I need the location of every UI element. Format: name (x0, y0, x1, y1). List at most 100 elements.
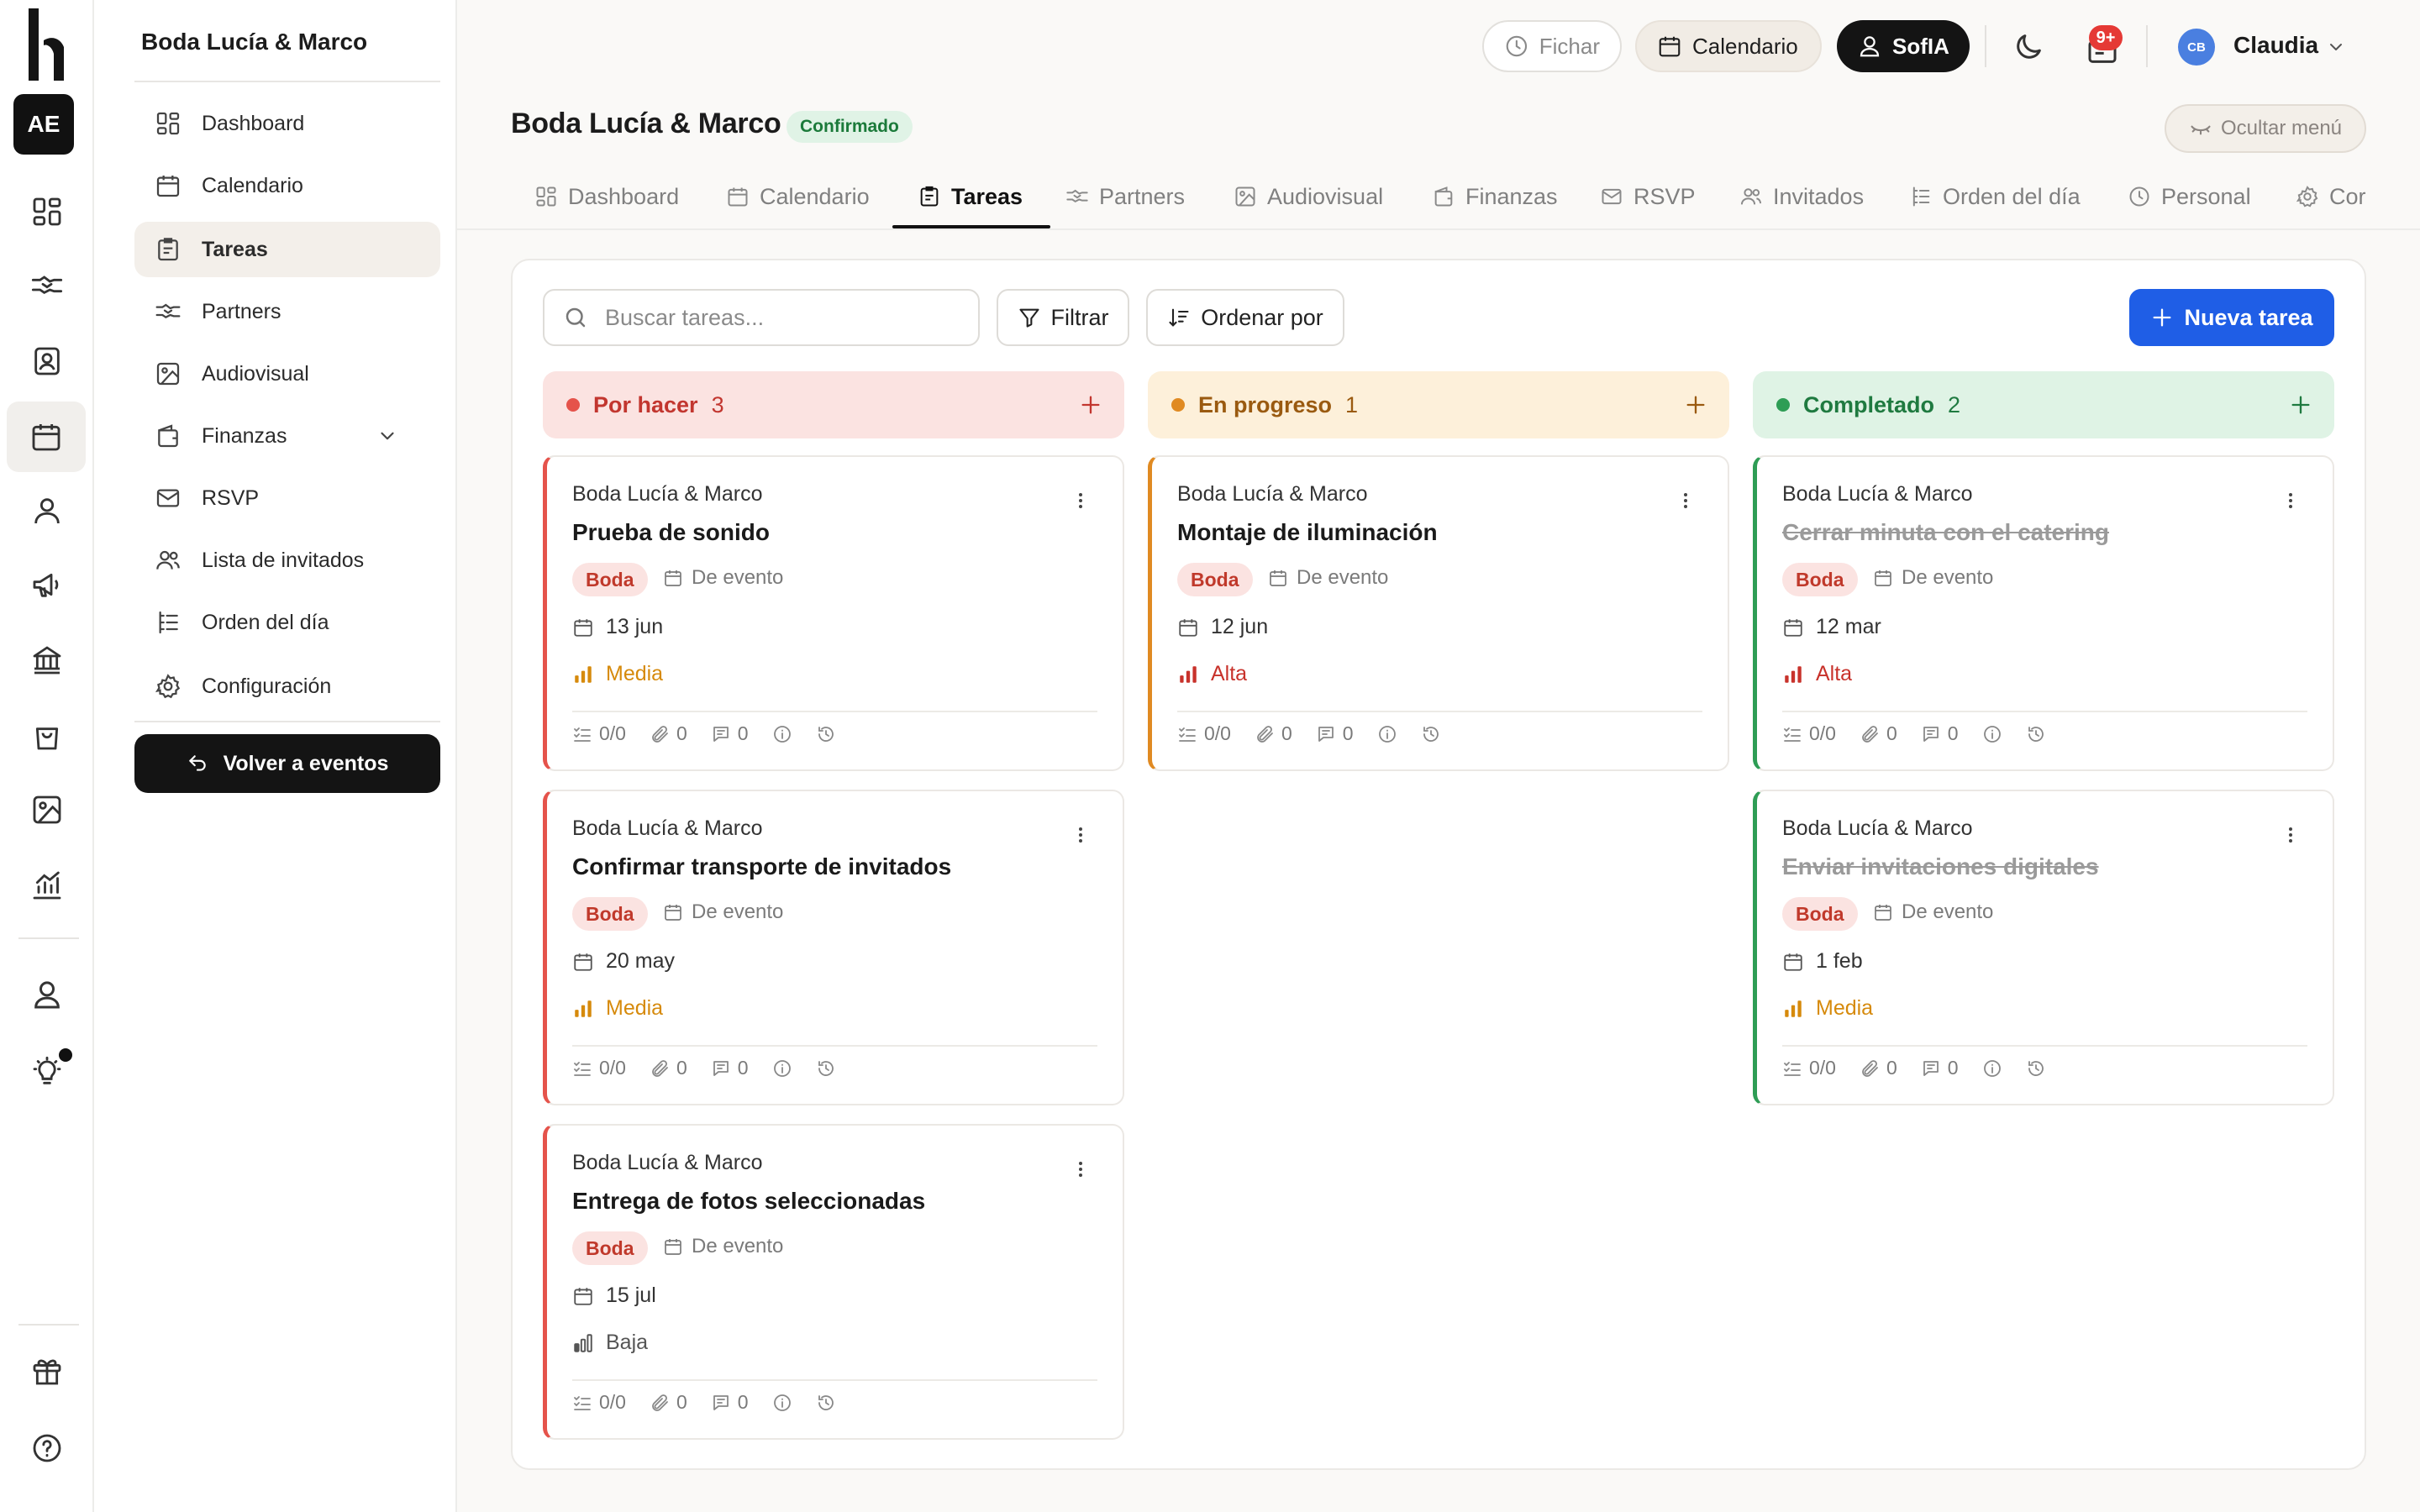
task-card[interactable]: Boda Lucía & Marco Prueba de sonido Boda… (543, 455, 1124, 771)
history-button[interactable] (2026, 724, 2046, 744)
sort-button[interactable]: Ordenar por (1146, 289, 1344, 346)
paperclip-icon (1255, 724, 1275, 744)
sidebar-item-orden-del-dia[interactable]: Orden del día (134, 595, 440, 650)
notification-badge: 9+ (2089, 25, 2123, 50)
attachments-count: 0 (1860, 1057, 1897, 1079)
tab-partners[interactable]: Partners (1065, 165, 1185, 228)
help-icon[interactable] (30, 1431, 64, 1465)
filter-button[interactable]: Filtrar (997, 289, 1129, 346)
sidebar-item-tareas[interactable]: Tareas (134, 222, 440, 277)
info-button[interactable] (1982, 724, 2002, 744)
more-options-icon[interactable] (2281, 825, 2301, 845)
sidebar-item-calendario[interactable]: Calendario (134, 158, 440, 213)
more-options-icon[interactable] (1071, 1159, 1091, 1179)
fichar-label: Fichar (1539, 33, 1600, 59)
comments-count: 0 (1921, 1057, 1959, 1079)
hide-menu-label: Ocultar menú (2220, 117, 2343, 139)
calendar-button[interactable]: Calendario (1635, 20, 1822, 72)
task-card[interactable]: Boda Lucía & Marco Entrega de fotos sele… (543, 1124, 1124, 1440)
fichar-button[interactable]: Fichar (1482, 20, 1622, 72)
filter-label: Filtrar (1050, 304, 1109, 330)
sidebar-item-rsvp[interactable]: RSVP (134, 470, 440, 526)
tab-label: RSVP (1634, 183, 1696, 209)
moon-icon[interactable] (2012, 30, 2045, 64)
task-tag: Boda (572, 563, 648, 596)
rail-events-item[interactable] (7, 402, 86, 472)
handshake-icon[interactable] (30, 269, 64, 302)
info-button[interactable] (1377, 724, 1397, 744)
bag-icon[interactable] (30, 719, 64, 753)
sidebar-item-configuracion[interactable]: Configuración (134, 659, 440, 714)
tab-tareas[interactable]: Tareas (918, 165, 1023, 228)
more-options-icon[interactable] (2281, 491, 2301, 511)
tab-configuracion[interactable]: Cor (2296, 165, 2366, 228)
calendar-icon (155, 172, 182, 199)
history-button[interactable] (2026, 1058, 2046, 1079)
priority-bars-icon (572, 998, 594, 1020)
bank-icon[interactable] (30, 643, 64, 677)
history-button[interactable] (816, 724, 836, 744)
dashboard-icon[interactable] (30, 195, 64, 228)
analytics-icon[interactable] (30, 869, 64, 902)
sidebar-item-partners[interactable]: Partners (134, 284, 440, 339)
column-title: En progreso (1198, 391, 1333, 417)
sidebar-item-label: RSVP (202, 486, 260, 510)
assistant-icon[interactable] (30, 978, 64, 1011)
back-to-events-button[interactable]: Volver a eventos (134, 734, 440, 793)
info-button[interactable] (772, 1393, 792, 1413)
bulb-icon[interactable] (30, 1055, 64, 1089)
sidebar-item-dashboard[interactable]: Dashboard (134, 96, 440, 151)
workspace-avatar[interactable]: AE (13, 94, 74, 155)
megaphone-icon[interactable] (30, 568, 64, 601)
chevron-down-icon[interactable] (376, 425, 398, 447)
task-card[interactable]: Boda Lucía & Marco Montaje de iluminació… (1148, 455, 1729, 771)
tab-dashboard[interactable]: Dashboard (534, 165, 679, 228)
sofia-button[interactable]: SofIA (1837, 20, 1970, 72)
sidebar-item-audiovisual[interactable]: Audiovisual (134, 346, 440, 402)
gift-icon[interactable] (30, 1354, 64, 1388)
sidebar-item-finanzas[interactable]: Finanzas (134, 408, 440, 464)
search-input[interactable] (605, 304, 958, 331)
new-task-button[interactable]: Nueva tarea (2129, 289, 2334, 346)
rail-divider (18, 937, 79, 939)
more-options-icon[interactable] (1071, 825, 1091, 845)
image-icon[interactable] (30, 793, 64, 827)
history-icon (816, 1393, 836, 1413)
user-icon[interactable] (30, 494, 64, 528)
add-task-icon[interactable] (1684, 393, 1707, 417)
search-field[interactable] (543, 289, 980, 346)
history-button[interactable] (816, 1393, 836, 1413)
tab-rsvp[interactable]: RSVP (1600, 165, 1696, 228)
task-card[interactable]: Boda Lucía & Marco Enviar invitaciones d… (1753, 790, 2334, 1105)
tab-invitados[interactable]: Invitados (1739, 165, 1864, 228)
info-button[interactable] (1982, 1058, 2002, 1079)
chevron-down-icon[interactable] (2326, 37, 2346, 57)
hide-menu-button[interactable]: Ocultar menú (2165, 104, 2366, 153)
add-task-icon[interactable] (1079, 393, 1102, 417)
assistant-icon (1857, 34, 1882, 59)
history-button[interactable] (1421, 724, 1441, 744)
info-button[interactable] (772, 724, 792, 744)
tab-calendario[interactable]: Calendario (726, 165, 870, 228)
contact-icon[interactable] (30, 344, 64, 378)
tab-personal[interactable]: Personal (2128, 165, 2251, 228)
sidebar-item-invitados[interactable]: Lista de invitados (134, 533, 440, 588)
attachments-count: 0 (650, 1057, 687, 1079)
tab-audiovisual[interactable]: Audiovisual (1234, 165, 1383, 228)
checklist-count: 0/0 (1177, 722, 1231, 745)
add-task-icon[interactable] (2289, 393, 2312, 417)
user-name[interactable]: Claudia (2233, 32, 2318, 59)
task-due-date: 20 may (572, 949, 675, 974)
tab-finanzas[interactable]: Finanzas (1432, 165, 1558, 228)
priority-bars-icon (1782, 664, 1804, 685)
more-options-icon[interactable] (1071, 491, 1091, 511)
task-card[interactable]: Boda Lucía & Marco Confirmar transporte … (543, 790, 1124, 1105)
task-tag: Boda (1782, 897, 1858, 931)
rail-divider (18, 1324, 79, 1326)
history-button[interactable] (816, 1058, 836, 1079)
more-options-icon[interactable] (1676, 491, 1696, 511)
task-card[interactable]: Boda Lucía & Marco Cerrar minuta con el … (1753, 455, 2334, 771)
info-button[interactable] (772, 1058, 792, 1079)
tab-orden-del-dia[interactable]: Orden del día (1909, 165, 2081, 228)
avatar[interactable]: CB (2178, 29, 2215, 66)
